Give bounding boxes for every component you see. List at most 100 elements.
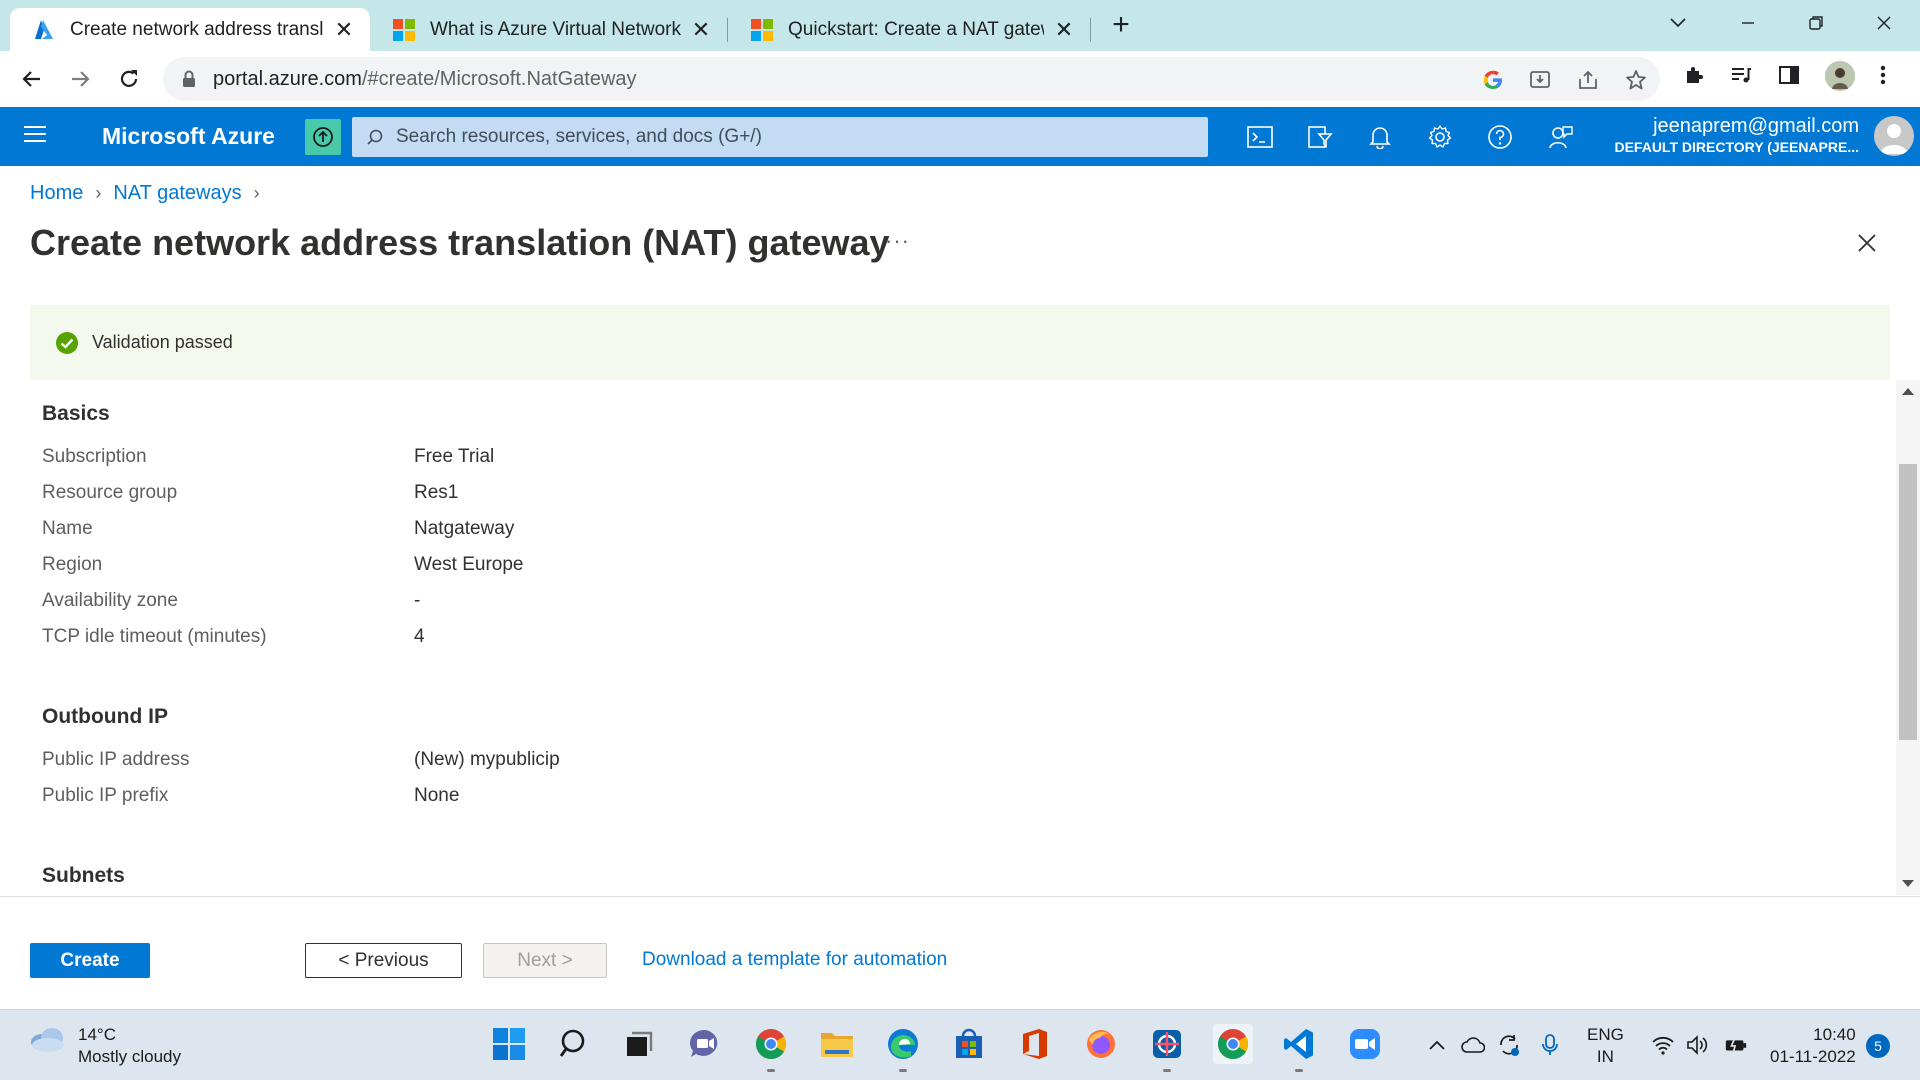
upgrade-arrow-icon [313,127,333,147]
vscode-button[interactable] [1279,1024,1319,1072]
tab-title: What is Azure Virtual Network NA [430,18,681,40]
window-close-button[interactable] [1854,8,1914,38]
edge-taskbar-button[interactable] [883,1024,923,1072]
chevron-right-icon: › [253,183,260,203]
battery-tray-icon[interactable] [1724,1033,1748,1057]
sync-tray-icon[interactable] [1497,1033,1521,1057]
close-blade-button[interactable] [1854,230,1880,256]
upgrade-button[interactable] [305,119,341,155]
reload-button[interactable] [113,63,145,95]
wifi-tray-icon[interactable] [1651,1033,1675,1057]
settings-button[interactable] [1426,123,1454,151]
section-heading-outbound-ip: Outbound IP [42,705,168,728]
side-panel-icon [1779,66,1799,84]
install-app-icon[interactable] [1528,68,1552,92]
tab-title: Quickstart: Create a NAT gateway [788,18,1044,40]
notifications-button[interactable] [1366,123,1394,151]
new-tab-button[interactable]: + [1106,10,1136,40]
snipping-tool-button[interactable] [1147,1024,1187,1072]
row-label: Subscription [42,446,147,467]
side-panel-button[interactable] [1776,62,1802,88]
help-button[interactable] [1486,123,1514,151]
tab-create-nat-gateway[interactable]: Create network address translatio ✕ [10,8,370,51]
profile-avatar[interactable] [1825,61,1855,91]
address-bar[interactable]: portal.azure.com/#create/Microsoft.NatGa… [163,57,1660,101]
breadcrumb-home[interactable]: Home [30,182,83,205]
office-icon [1023,1029,1047,1059]
file-explorer-button[interactable] [817,1024,857,1064]
avatar[interactable] [1874,116,1914,156]
weather-widget[interactable]: 14°C Mostly cloudy [28,1024,181,1068]
system-clock[interactable]: 10:40 01-11-2022 [1770,1024,1856,1068]
breadcrumb-nat-gateways[interactable]: NAT gateways [113,182,241,205]
row-label: Availability zone [42,590,178,611]
cloud-icon [31,1028,64,1052]
chrome-taskbar-button[interactable] [751,1024,791,1072]
chrome-active-taskbar-button[interactable] [1213,1024,1253,1064]
help-icon [1488,125,1512,149]
scrollbar[interactable] [1896,380,1920,895]
microsoft-logo-icon [393,18,415,41]
zoom-button[interactable] [1345,1024,1385,1064]
media-control-button[interactable] [1728,62,1754,88]
browser-toolbar: portal.azure.com/#create/Microsoft.NatGa… [0,51,1920,107]
azure-portal-header: Microsoft Azure Search resources, servic… [0,107,1920,166]
scrollbar-thumb[interactable] [1899,464,1917,740]
browser-menu-button[interactable] [1870,62,1896,88]
lock-icon [183,70,195,87]
feedback-button[interactable] [1546,123,1574,151]
global-search-input[interactable]: Search resources, services, and docs (G+… [352,117,1208,157]
row-value: Res1 [414,482,459,503]
close-icon[interactable]: ✕ [691,17,711,43]
scroll-up-arrow-icon[interactable] [1902,388,1914,395]
google-g-icon[interactable] [1481,68,1505,92]
create-button[interactable]: Create [30,943,150,978]
share-icon[interactable] [1576,68,1600,92]
user-avatar-icon [1880,124,1908,154]
hamburger-menu-icon[interactable] [24,126,46,144]
minimize-button[interactable] [1718,8,1778,38]
download-template-link[interactable]: Download a template for automation [642,949,947,971]
microsoft-logo-icon [751,18,773,41]
tab-quickstart-nat[interactable]: Quickstart: Create a NAT gateway ✕ [728,8,1090,51]
more-options-button[interactable]: ··· [885,228,910,254]
microphone-tray-icon[interactable] [1538,1033,1562,1057]
arrow-right-icon [72,71,90,87]
restore-button[interactable] [1786,8,1846,38]
firefox-icon [1087,1030,1115,1058]
volume-tray-icon[interactable] [1686,1033,1710,1057]
scroll-down-arrow-icon[interactable] [1902,880,1914,887]
store-icon [956,1028,982,1058]
restore-icon [1809,16,1823,30]
search-button[interactable] [554,1024,594,1064]
url-path: /#create/Microsoft.NatGateway [361,68,637,90]
task-view-button[interactable] [619,1024,659,1064]
battery-charging-icon [1725,1037,1747,1053]
close-icon[interactable]: ✕ [1054,17,1074,43]
account-menu[interactable]: jeenaprem@gmail.com DEFAULT DIRECTORY (J… [1614,115,1859,155]
extensions-button[interactable] [1682,62,1708,88]
tab-search-button[interactable] [1648,8,1708,38]
section-heading-subnets: Subnets [42,864,125,887]
forward-button[interactable] [64,63,96,95]
directory-filter-icon [1308,126,1333,148]
next-button[interactable]: Next > [483,943,607,978]
office-button[interactable] [1015,1024,1055,1064]
start-button[interactable] [489,1024,529,1064]
microsoft-store-button[interactable] [949,1024,989,1064]
star-icon[interactable] [1624,68,1648,92]
notification-count-badge[interactable]: 5 [1866,1034,1890,1058]
back-button[interactable] [16,63,48,95]
show-hidden-icons-button[interactable] [1425,1033,1449,1057]
previous-button[interactable]: < Previous [305,943,462,978]
language-indicator[interactable]: ENG IN [1587,1024,1624,1068]
directory-filter-button[interactable] [1306,123,1334,151]
close-icon [1877,16,1891,30]
firefox-button[interactable] [1081,1024,1121,1064]
cloud-shell-button[interactable] [1246,123,1274,151]
onedrive-tray-icon[interactable] [1461,1033,1485,1057]
portal-brand[interactable]: Microsoft Azure [102,123,275,150]
tab-what-is-azure-nat[interactable]: What is Azure Virtual Network NA ✕ [370,8,727,51]
teams-chat-button[interactable] [685,1024,725,1064]
close-icon[interactable]: ✕ [334,17,354,43]
